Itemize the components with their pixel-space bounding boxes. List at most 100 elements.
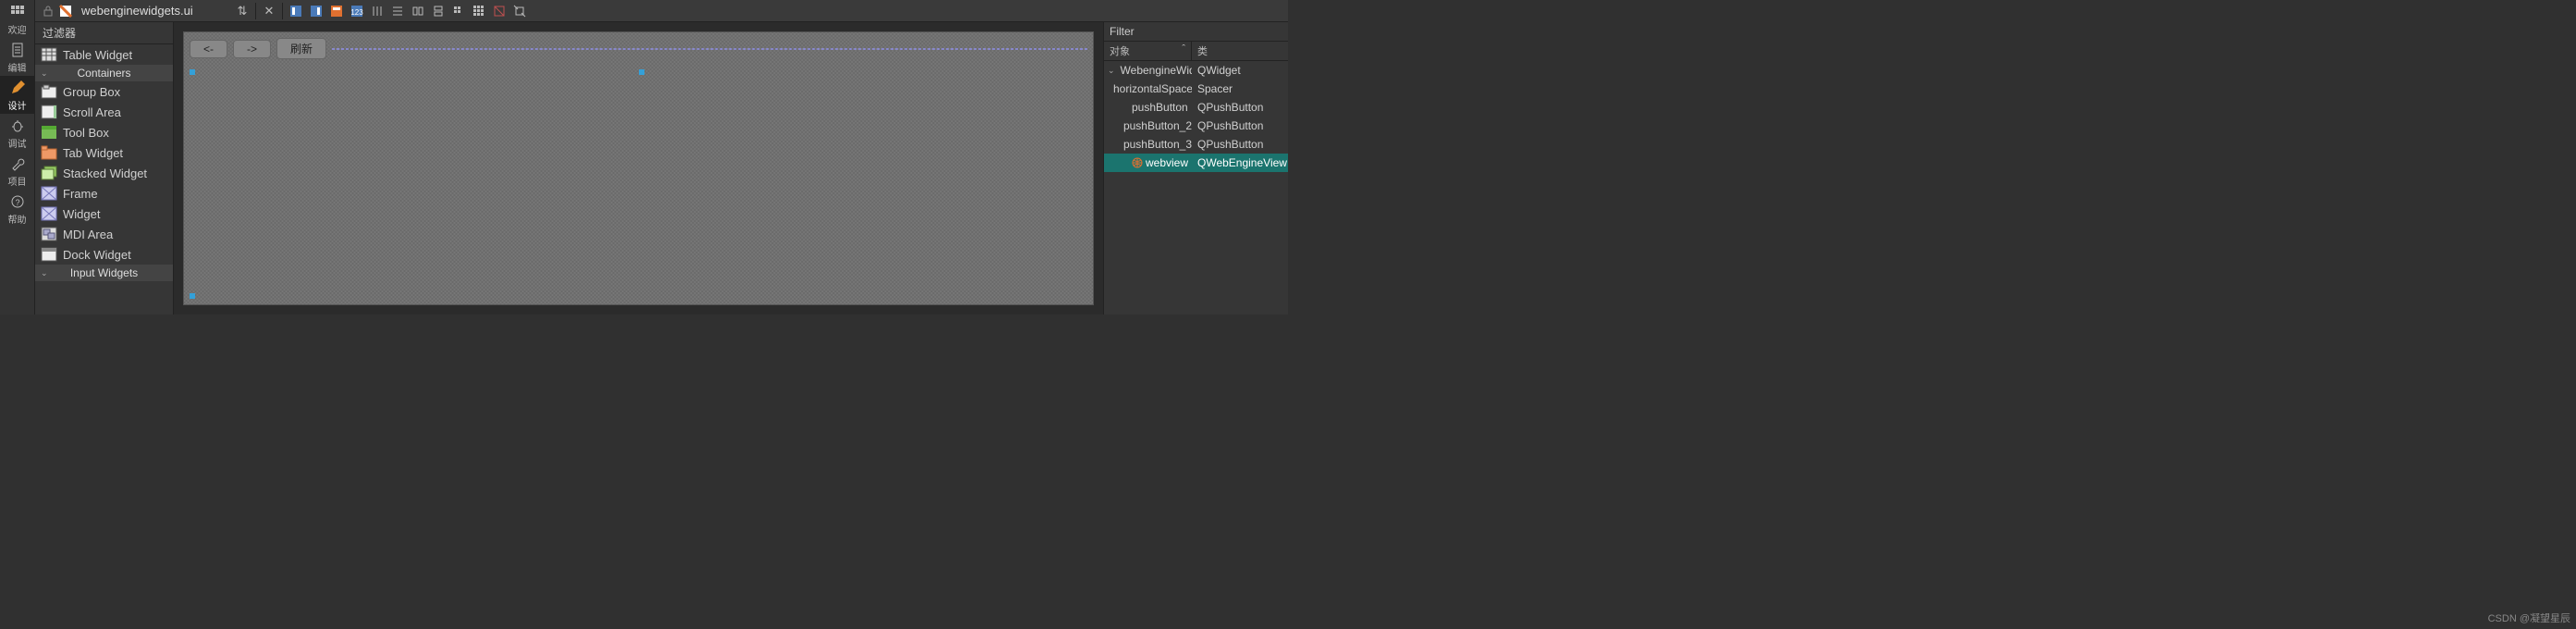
wrench-icon <box>9 155 26 172</box>
resize-handle[interactable] <box>190 293 195 299</box>
widget-icon <box>41 206 57 221</box>
widget-category[interactable]: ⌄Containers <box>35 65 173 81</box>
tab-icon <box>41 145 57 160</box>
widget-label: Table Widget <box>63 48 132 62</box>
web-icon <box>1132 157 1143 168</box>
bug-icon <box>9 117 26 134</box>
widgetbox-list: Table Widget ⌄Containers Group Box Scrol… <box>35 44 173 314</box>
resize-handle[interactable] <box>190 69 195 75</box>
layout-btn-2[interactable] <box>307 2 325 20</box>
inspector-filter[interactable]: Filter <box>1104 22 1288 42</box>
dock-icon <box>41 247 57 262</box>
object-inspector: Filter 对象 ˆ 类 ⌄WebengineWidgets QWidget h… <box>1103 22 1288 314</box>
tree-row[interactable]: pushButton_3QPushButton <box>1104 135 1288 154</box>
nav-help[interactable]: ? 帮助 <box>0 190 35 228</box>
widget-label: Stacked Widget <box>63 166 147 180</box>
content-row: 过滤器 Table Widget ⌄Containers Group Box S… <box>35 22 1288 314</box>
grid-icon <box>9 4 26 20</box>
updown-button[interactable]: ⇅ <box>233 2 251 20</box>
chevron-down-icon: ⌄ <box>41 68 48 79</box>
col-object[interactable]: 对象 <box>1110 43 1130 58</box>
help-icon: ? <box>9 193 26 210</box>
tree-row[interactable]: ⌄WebengineWidgets QWidget <box>1104 61 1288 80</box>
widget-label: Tool Box <box>63 126 109 140</box>
main-area: webenginewidgets.ui ⇅ ✕ 123 过滤器 Table Wi… <box>35 0 1288 314</box>
scroll-icon <box>41 105 57 119</box>
widget-item[interactable]: Scroll Area <box>35 102 173 122</box>
file-title: webenginewidgets.ui <box>74 4 231 18</box>
svg-text:123: 123 <box>350 8 363 17</box>
widget-label: Tab Widget <box>63 146 123 160</box>
close-button[interactable]: ✕ <box>260 2 278 20</box>
nav-label: 设计 <box>8 98 27 112</box>
stacked-icon <box>41 166 57 180</box>
widget-label: Frame <box>63 187 98 201</box>
widget-item[interactable]: Dock Widget <box>35 244 173 265</box>
layout-btn-3[interactable] <box>327 2 346 20</box>
groupbox-icon <box>41 84 57 99</box>
grid-small-icon[interactable] <box>449 2 468 20</box>
watermark: CSDN @凝望星辰 <box>2488 610 2570 625</box>
nav-project[interactable]: 项目 <box>0 152 35 190</box>
widget-item[interactable]: Widget <box>35 204 173 224</box>
back-button[interactable]: <- <box>190 40 227 58</box>
widget-label: Widget <box>63 207 100 221</box>
adjust-size-icon[interactable] <box>510 2 529 20</box>
nav-welcome[interactable]: 欢迎 <box>0 0 35 38</box>
nav-label: 编辑 <box>8 60 27 74</box>
widget-item[interactable]: Tab Widget <box>35 142 173 163</box>
sort-icon: ˆ <box>1182 43 1185 58</box>
tree-row[interactable]: pushButton_2QPushButton <box>1104 117 1288 135</box>
resize-handle[interactable] <box>639 69 644 75</box>
table-icon <box>41 47 57 62</box>
nav-debug[interactable]: 调试 <box>0 114 35 152</box>
widget-label: Dock Widget <box>63 248 131 262</box>
toolbox-icon <box>41 125 57 140</box>
break-layout-icon[interactable] <box>490 2 509 20</box>
widget-item[interactable]: MDI Area <box>35 224 173 244</box>
widget-item[interactable]: Frame <box>35 183 173 204</box>
widget-item[interactable]: Table Widget <box>35 44 173 65</box>
layout-vsplit-icon[interactable] <box>429 2 448 20</box>
button-row: <- -> 刷新 <box>184 32 1093 65</box>
mdi-icon <box>41 227 57 241</box>
layout-v-icon[interactable] <box>388 2 407 20</box>
col-class[interactable]: 类 <box>1192 42 1288 60</box>
grid-large-icon[interactable] <box>470 2 488 20</box>
tree-row[interactable]: horizontalSpacerSpacer <box>1104 80 1288 98</box>
topbar: webenginewidgets.ui ⇅ ✕ 123 <box>35 0 1288 22</box>
nav-label: 项目 <box>8 174 27 188</box>
object-tree: ⌄WebengineWidgets QWidget horizontalSpac… <box>1104 61 1288 314</box>
chevron-down-icon: ⌄ <box>41 268 48 278</box>
layout-btn-4[interactable]: 123 <box>348 2 366 20</box>
frame-icon <box>41 186 57 201</box>
nav-rail: 欢迎 编辑 设计 调试 项目 ? 帮助 <box>0 0 35 314</box>
nav-edit[interactable]: 编辑 <box>0 38 35 76</box>
widget-label: Group Box <box>63 85 120 99</box>
form-canvas-wrap: <- -> 刷新 <box>174 22 1103 314</box>
nav-label: 调试 <box>8 136 27 150</box>
form-canvas[interactable]: <- -> 刷新 <box>183 31 1094 305</box>
layout-btn-1[interactable] <box>287 2 305 20</box>
widgetbox-filter[interactable]: 过滤器 <box>35 22 173 44</box>
lock-icon <box>39 2 57 20</box>
widget-item[interactable]: Group Box <box>35 81 173 102</box>
tree-row[interactable]: webviewQWebEngineView <box>1104 154 1288 172</box>
widget-label: MDI Area <box>63 228 113 241</box>
widget-item[interactable]: Stacked Widget <box>35 163 173 183</box>
widget-item[interactable]: Tool Box <box>35 122 173 142</box>
svg-text:?: ? <box>15 198 19 207</box>
widget-category[interactable]: ⌄Input Widgets <box>35 265 173 281</box>
widget-box: 过滤器 Table Widget ⌄Containers Group Box S… <box>35 22 174 314</box>
tree-row[interactable]: pushButtonQPushButton <box>1104 98 1288 117</box>
pencil-icon <box>9 80 26 96</box>
layout-hsplit-icon[interactable] <box>409 2 427 20</box>
inspector-header: 对象 ˆ 类 <box>1104 42 1288 61</box>
horizontal-spacer[interactable] <box>332 48 1087 50</box>
nav-label: 欢迎 <box>8 22 27 36</box>
forward-button[interactable]: -> <box>233 40 271 58</box>
widget-label: Scroll Area <box>63 105 121 119</box>
layout-h-icon[interactable] <box>368 2 386 20</box>
refresh-button[interactable]: 刷新 <box>276 38 326 59</box>
nav-design[interactable]: 设计 <box>0 76 35 114</box>
